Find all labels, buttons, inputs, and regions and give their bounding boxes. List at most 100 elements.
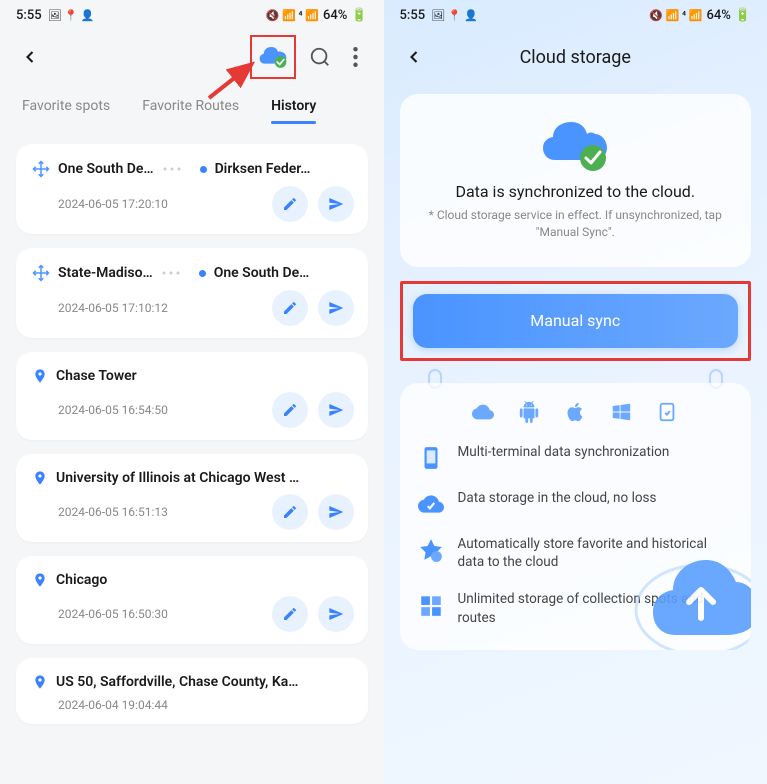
send-button[interactable]	[318, 290, 354, 326]
send-button[interactable]	[318, 596, 354, 632]
battery-icon: 🔋	[735, 8, 751, 23]
more-vertical-icon	[353, 47, 358, 67]
send-button[interactable]	[318, 392, 354, 428]
manual-sync-button[interactable]: Manual sync	[413, 294, 739, 348]
back-button[interactable]	[8, 35, 52, 79]
search-icon	[309, 46, 331, 68]
pencil-icon	[282, 606, 298, 622]
move-icon	[32, 160, 50, 178]
timestamp: 2024-06-05 16:51:13	[58, 505, 168, 519]
sync-status-title: Data is synchronized to the cloud.	[420, 182, 732, 201]
feature-text: Multi-terminal data synchronization	[458, 443, 670, 462]
spot-name: US 50, Saffordville, Chase County, Ka…	[56, 674, 298, 690]
cloud-check-icon	[258, 45, 288, 69]
manual-sync-highlight: Manual sync	[400, 281, 752, 361]
back-button[interactable]	[392, 35, 436, 79]
star-auto-icon	[418, 537, 444, 563]
history-item[interactable]: US 50, Saffordville, Chase County, Ka… 2…	[16, 658, 368, 724]
edit-button[interactable]	[272, 392, 308, 428]
platform-icons-row	[418, 401, 734, 423]
tabs: Favorite spots Favorite Routes History	[0, 84, 384, 124]
history-screen: 5:55 🖼 📍 👤 🔇 📶 ⁴ 📶 64% 🔋	[0, 0, 384, 784]
chevron-left-icon	[404, 47, 424, 67]
tab-history[interactable]: History	[271, 90, 316, 124]
edit-button[interactable]	[272, 596, 308, 632]
history-item[interactable]: One South De… Dirksen Feder… 2024-06-05 …	[16, 144, 368, 234]
route-from: State-Madiso…	[58, 265, 153, 281]
status-left-icons: 🖼 📍 👤	[48, 9, 95, 22]
cloud-storage-screen: 5:55 🖼 📍 👤 🔇 📶 ⁴ 📶 64% 🔋 Cloud storage D…	[384, 0, 767, 784]
send-icon	[328, 402, 344, 418]
route-to: Dirksen Feder…	[215, 161, 311, 177]
spot-name: Chase Tower	[56, 368, 137, 384]
history-item[interactable]: University of Illinois at Chicago West ……	[16, 454, 368, 542]
route-from: One South De…	[58, 161, 154, 177]
status-bar: 5:55 🖼 📍 👤 🔇 📶 ⁴ 📶 64% 🔋	[384, 0, 767, 30]
windows-icon	[610, 401, 632, 423]
route-connector-icon	[161, 270, 191, 276]
timestamp: 2024-06-05 16:54:50	[58, 403, 168, 417]
header	[0, 30, 384, 84]
edit-button[interactable]	[272, 494, 308, 530]
send-button[interactable]	[318, 494, 354, 530]
header: Cloud storage	[384, 30, 767, 84]
pencil-icon	[282, 300, 298, 316]
location-pin-icon	[32, 368, 48, 384]
status-right-icons: 🔇 📶 ⁴ 📶	[649, 9, 702, 22]
battery-icon: 🔋	[351, 8, 367, 23]
cloud-upload-decoration	[631, 540, 751, 650]
timestamp: 2024-06-05 17:20:10	[58, 197, 168, 211]
feature-text: Data storage in the cloud, no loss	[458, 489, 657, 508]
feature-item: Data storage in the cloud, no loss	[418, 489, 734, 517]
sync-status-subtitle: * Cloud storage service in effect. If un…	[420, 207, 732, 241]
page-title: Cloud storage	[520, 47, 631, 68]
pencil-icon	[282, 504, 298, 520]
send-icon	[328, 300, 344, 316]
tab-favorite-routes[interactable]: Favorite Routes	[142, 90, 239, 124]
route-to: One South De…	[214, 265, 310, 281]
edit-button[interactable]	[272, 186, 308, 222]
history-item[interactable]: Chase Tower 2024-06-05 16:54:50	[16, 352, 368, 440]
more-button[interactable]	[344, 37, 368, 77]
status-battery: 64%	[323, 8, 347, 23]
timestamp: 2024-06-05 16:50:30	[58, 607, 168, 621]
status-left-icons: 🖼 📍 👤	[431, 9, 478, 22]
search-button[interactable]	[300, 37, 340, 77]
device-icon	[656, 401, 678, 423]
history-item[interactable]: State-Madiso… One South De… 2024-06-05 1…	[16, 248, 368, 338]
history-list: One South De… Dirksen Feder… 2024-06-05 …	[0, 124, 384, 724]
destination-dot-icon	[200, 166, 207, 173]
android-icon	[518, 401, 540, 423]
status-battery: 64%	[706, 8, 730, 23]
location-pin-icon	[32, 674, 48, 690]
spot-name: Chicago	[56, 572, 107, 588]
feature-item: Multi-terminal data synchronization	[418, 443, 734, 471]
cloud-storage-icon	[418, 491, 444, 517]
timestamp: 2024-06-04 19:04:44	[58, 698, 168, 712]
spot-name: University of Illinois at Chicago West …	[56, 470, 299, 486]
send-icon	[328, 504, 344, 520]
status-time: 5:55	[16, 8, 42, 23]
move-icon	[32, 264, 50, 282]
edit-button[interactable]	[272, 290, 308, 326]
sync-status-card: Data is synchronized to the cloud. * Clo…	[400, 94, 752, 267]
tab-favorite-spots[interactable]: Favorite spots	[22, 90, 110, 124]
apple-icon	[564, 401, 586, 423]
route-connector-icon	[162, 166, 192, 172]
status-right-icons: 🔇 📶 ⁴ 📶	[266, 9, 319, 22]
location-pin-icon	[32, 470, 48, 486]
chevron-left-icon	[20, 47, 40, 67]
pencil-icon	[282, 196, 298, 212]
cloud-sync-button[interactable]	[250, 35, 296, 79]
status-bar: 5:55 🖼 📍 👤 🔇 📶 ⁴ 📶 64% 🔋	[0, 0, 384, 30]
history-item[interactable]: Chicago 2024-06-05 16:50:30	[16, 556, 368, 644]
device-sync-icon	[418, 445, 444, 471]
send-button[interactable]	[318, 186, 354, 222]
status-time: 5:55	[400, 8, 426, 23]
destination-dot-icon	[199, 270, 206, 277]
pencil-icon	[282, 402, 298, 418]
location-pin-icon	[32, 572, 48, 588]
features-card: Multi-terminal data synchronization Data…	[400, 383, 752, 651]
send-icon	[328, 606, 344, 622]
timestamp: 2024-06-05 17:10:12	[58, 301, 168, 315]
